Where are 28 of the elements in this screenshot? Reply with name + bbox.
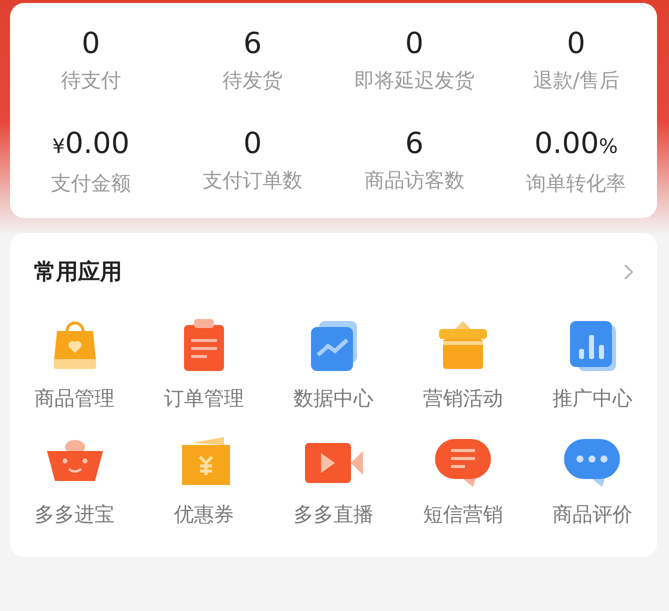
stat-label: 询单转化率 bbox=[526, 170, 626, 196]
app-label[interactable]: 商品评价 bbox=[552, 501, 632, 527]
stat-label: 待发货 bbox=[222, 67, 283, 93]
stat-value: 0.00% bbox=[534, 125, 618, 162]
app-label[interactable]: 多多直播 bbox=[293, 501, 374, 527]
app-label[interactable]: 数据中心 bbox=[293, 385, 374, 411]
chevron-right-icon[interactable] bbox=[623, 263, 635, 281]
app-label[interactable]: 商品管理 bbox=[34, 385, 115, 411]
stat-value: ¥0.00 bbox=[52, 125, 130, 162]
stat-value: 6 bbox=[243, 25, 262, 61]
stat-label: 即将延迟发货 bbox=[354, 67, 474, 93]
app-label[interactable]: 推广中心 bbox=[552, 385, 632, 411]
stat-value: 0 bbox=[82, 25, 100, 61]
stat-label: 支付订单数 bbox=[202, 167, 303, 193]
stat-label: 商品访客数 bbox=[364, 167, 464, 193]
app-label[interactable]: 订单管理 bbox=[164, 385, 244, 411]
stat-label: 待支付 bbox=[60, 67, 121, 93]
stat-value: 0 bbox=[243, 125, 262, 161]
stat-label: 支付金额 bbox=[50, 170, 131, 196]
section-title: 常用应用 bbox=[34, 258, 122, 287]
app-label[interactable]: 优惠券 bbox=[174, 501, 234, 527]
stat-value: 0 bbox=[566, 25, 586, 61]
stat-value: 6 bbox=[405, 125, 424, 161]
stat-value: 0 bbox=[405, 25, 424, 61]
app-label[interactable]: 营销活动 bbox=[422, 385, 503, 411]
stat-label: 退款/售后 bbox=[532, 67, 620, 93]
app-label[interactable]: 多多进宝 bbox=[34, 501, 115, 527]
app-label[interactable]: 短信营销 bbox=[422, 501, 503, 527]
